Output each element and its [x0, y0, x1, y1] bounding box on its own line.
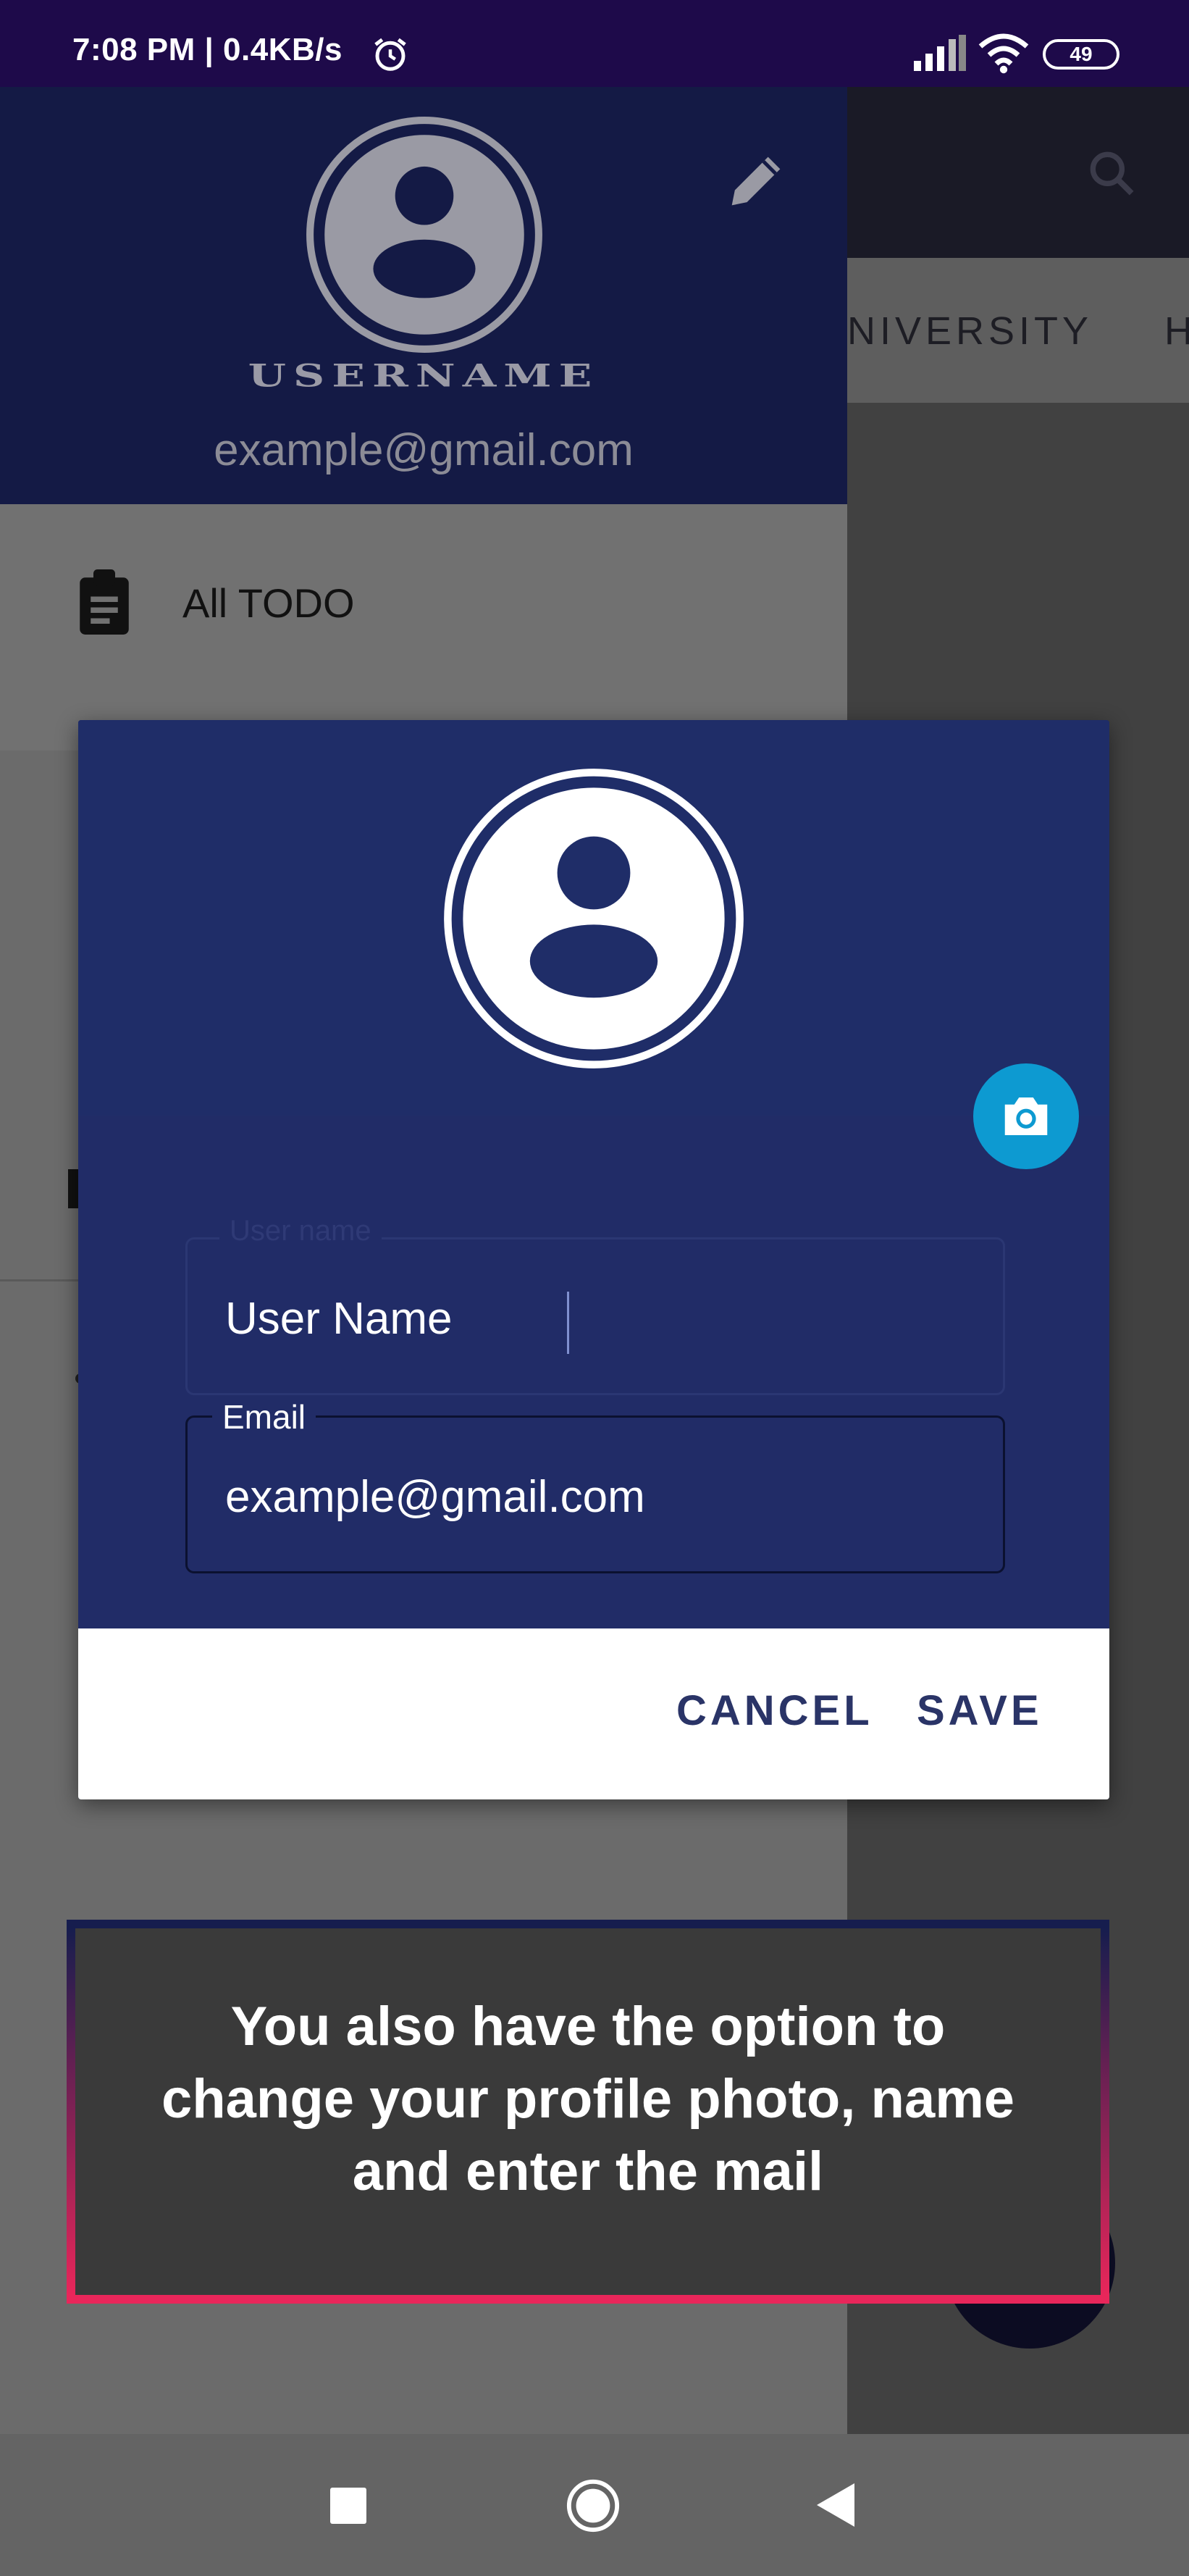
- wifi-icon: [978, 33, 1029, 74]
- tutorial-tip-text: You also have the option to change your …: [161, 1996, 1015, 2202]
- alarm-icon: [374, 38, 406, 71]
- profile-avatar-icon[interactable]: [303, 113, 546, 356]
- clipboard-icon: [80, 569, 129, 635]
- recents-button[interactable]: [330, 2488, 366, 2524]
- tab-next[interactable]: H: [1164, 309, 1189, 354]
- email-input[interactable]: example@gmail.com: [225, 1471, 645, 1523]
- home-button[interactable]: [565, 2477, 621, 2534]
- profile-photo-icon[interactable]: [442, 766, 746, 1071]
- back-button[interactable]: [814, 2480, 857, 2530]
- battery-indicator: 49: [1043, 39, 1119, 70]
- signal-icon: [914, 35, 966, 71]
- edit-pencil-icon[interactable]: [720, 145, 792, 217]
- change-photo-button[interactable]: [973, 1063, 1079, 1169]
- drawer-item-all-todo[interactable]: All TODO: [58, 551, 782, 652]
- username-field-label: User name: [219, 1215, 382, 1247]
- email-field[interactable]: Email example@gmail.com: [185, 1397, 1005, 1573]
- email-field-label: Email: [212, 1397, 316, 1437]
- edit-profile-dialog: User name User Name Email example@gmail.…: [78, 720, 1109, 1799]
- status-time: 7:08 PM | 0.4KB/s: [72, 32, 343, 67]
- drawer-email: example@gmail.com: [214, 425, 634, 475]
- tab-university[interactable]: NIVERSITY: [847, 309, 1093, 354]
- drawer-username: USERNAME: [248, 358, 600, 395]
- tutorial-tip-box: You also have the option to change your …: [67, 1920, 1109, 2304]
- drawer-item-label: All TODO: [182, 580, 355, 626]
- cancel-button[interactable]: CANCEL: [676, 1686, 873, 1735]
- text-cursor: [567, 1292, 569, 1354]
- search-icon[interactable]: [1083, 145, 1141, 203]
- camera-icon: [1004, 1097, 1048, 1135]
- dialog-actions: CANCEL SAVE: [78, 1628, 1109, 1799]
- username-input[interactable]: User Name: [225, 1293, 453, 1345]
- username-field[interactable]: User name User Name: [185, 1215, 1005, 1395]
- save-button[interactable]: SAVE: [917, 1686, 1043, 1735]
